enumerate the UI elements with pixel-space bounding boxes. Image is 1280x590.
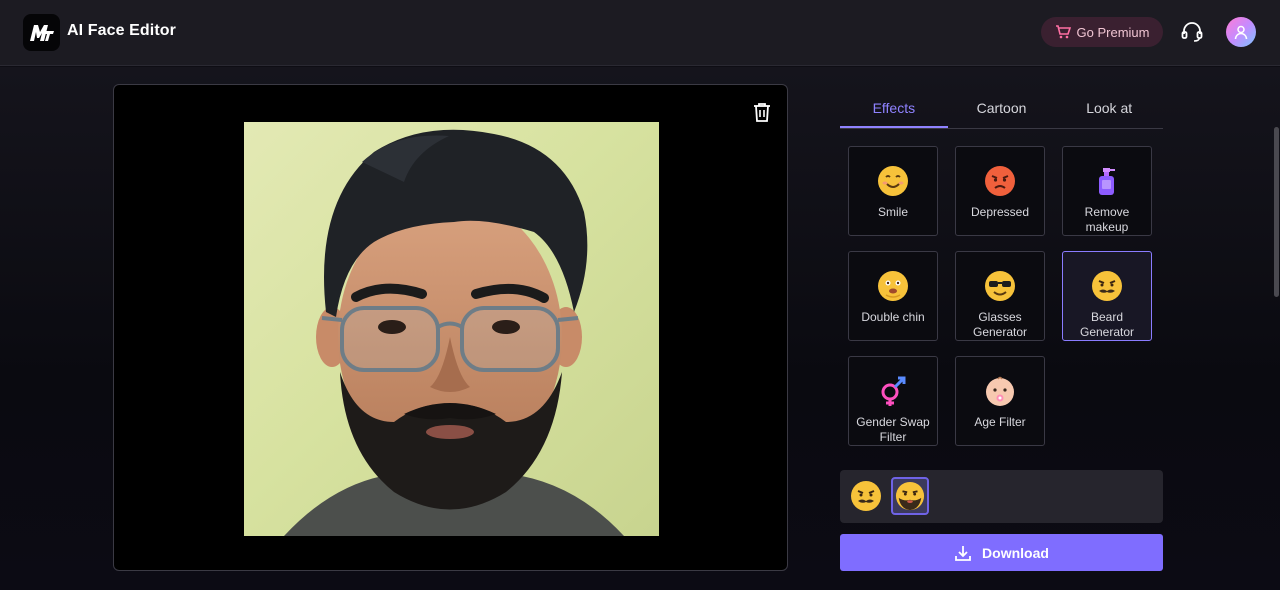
effect-tabs: Effects Cartoon Look at bbox=[840, 88, 1163, 129]
trash-icon[interactable] bbox=[751, 101, 773, 123]
gender-symbol-icon bbox=[877, 375, 909, 407]
effect-card-remove-makeup[interactable]: Remove makeup bbox=[1062, 146, 1152, 236]
effect-card-gender-swap-filter[interactable]: Gender Swap Filter bbox=[848, 356, 938, 446]
download-label: Download bbox=[982, 544, 1049, 561]
tab-effects[interactable]: Effects bbox=[840, 88, 948, 128]
go-premium-label: Go Premium bbox=[1076, 24, 1150, 40]
image-canvas bbox=[113, 84, 788, 571]
app-logo[interactable] bbox=[23, 14, 60, 51]
effect-card-beard-generator[interactable]: Beard Generator bbox=[1062, 251, 1152, 341]
user-avatar[interactable] bbox=[1226, 17, 1256, 47]
effect-label: Glasses Generator bbox=[972, 310, 1028, 339]
effect-card-depressed[interactable]: Depressed bbox=[955, 146, 1045, 236]
top-bar: AI Face Editor Go Premium bbox=[0, 0, 1280, 66]
double-chin-emoji-icon bbox=[877, 270, 909, 302]
user-icon bbox=[1234, 25, 1248, 40]
beard-emoji-icon bbox=[851, 481, 881, 511]
support-headset-icon[interactable] bbox=[1180, 20, 1204, 44]
effect-card-double-chin[interactable]: Double chin bbox=[848, 251, 938, 341]
effect-label: Remove makeup bbox=[1084, 205, 1130, 234]
effect-card-age-filter[interactable]: Age Filter bbox=[955, 356, 1045, 446]
beard-result-icon bbox=[895, 481, 925, 511]
effect-label: Smile bbox=[877, 205, 908, 219]
effect-label: Depressed bbox=[970, 205, 1030, 219]
cart-icon bbox=[1055, 25, 1071, 39]
page-scrollbar[interactable] bbox=[1274, 127, 1279, 297]
history-strip bbox=[840, 470, 1163, 523]
tab-look-at[interactable]: Look at bbox=[1055, 88, 1163, 128]
download-button[interactable]: Download bbox=[840, 534, 1163, 571]
history-item[interactable] bbox=[847, 477, 885, 515]
go-premium-button[interactable]: Go Premium bbox=[1041, 17, 1163, 47]
history-item-active[interactable] bbox=[891, 477, 929, 515]
download-icon bbox=[955, 545, 971, 561]
tab-cartoon[interactable]: Cartoon bbox=[948, 88, 1056, 128]
effect-label: Double chin bbox=[861, 310, 925, 324]
effect-card-smile[interactable]: Smile bbox=[848, 146, 938, 236]
angry-emoji-icon bbox=[984, 165, 1016, 197]
smile-emoji-icon bbox=[877, 165, 909, 197]
beard-emoji-icon bbox=[1091, 270, 1123, 302]
edited-face-photo bbox=[244, 122, 659, 536]
effect-label: Age Filter bbox=[974, 415, 1026, 429]
baby-face-icon bbox=[984, 375, 1016, 407]
effect-label: Gender Swap Filter bbox=[856, 415, 930, 444]
app-title: AI Face Editor bbox=[67, 22, 176, 39]
makeup-bottle-icon bbox=[1091, 165, 1123, 197]
sunglasses-emoji-icon bbox=[984, 270, 1016, 302]
effect-label: Beard Generator bbox=[1079, 310, 1135, 339]
effect-card-glasses-generator[interactable]: Glasses Generator bbox=[955, 251, 1045, 341]
